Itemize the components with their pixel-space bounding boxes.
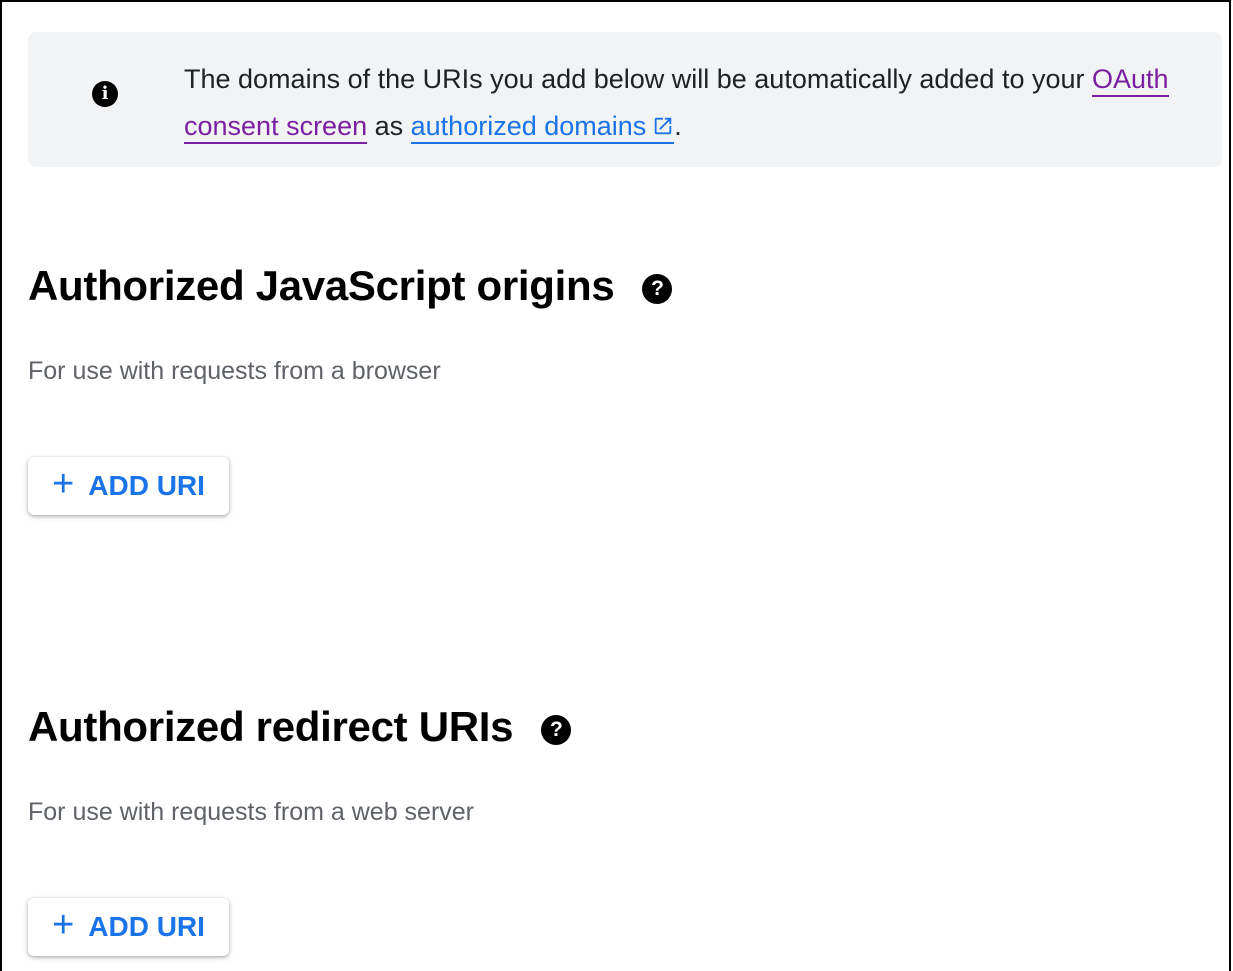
banner-text-after: . — [674, 111, 682, 141]
redirect-uris-title-text: Authorized redirect URIs — [28, 703, 514, 750]
authorized-domains-link[interactable]: authorized domains — [410, 111, 675, 144]
banner-text-before: The domains of the URIs you add below wi… — [184, 64, 1092, 94]
js-origins-title-text: Authorized JavaScript origins — [28, 262, 615, 309]
redirect-uris-subtitle: For use with requests from a web server — [28, 798, 474, 826]
add-uri-label: ADD URI — [88, 470, 205, 501]
plus-icon: + — [52, 463, 75, 505]
external-link-icon — [655, 117, 672, 135]
add-redirect-uri-button[interactable]: + ADD URI — [28, 898, 229, 956]
banner-text-middle: as — [367, 111, 411, 141]
info-banner-text: The domains of the URIs you add below wi… — [184, 56, 1194, 150]
help-icon[interactable]: ? — [642, 274, 673, 304]
authorized-domains-label: authorized domains — [410, 111, 647, 141]
js-origins-title: Authorized JavaScript origins? — [28, 262, 673, 310]
help-icon[interactable]: ? — [541, 715, 572, 745]
add-js-origin-uri-button[interactable]: + ADD URI — [28, 457, 229, 515]
redirect-uris-title: Authorized redirect URIs? — [28, 703, 572, 751]
plus-icon: + — [52, 904, 75, 946]
info-icon: i — [92, 81, 118, 107]
add-uri-label: ADD URI — [88, 911, 205, 942]
js-origins-subtitle: For use with requests from a browser — [28, 357, 441, 385]
